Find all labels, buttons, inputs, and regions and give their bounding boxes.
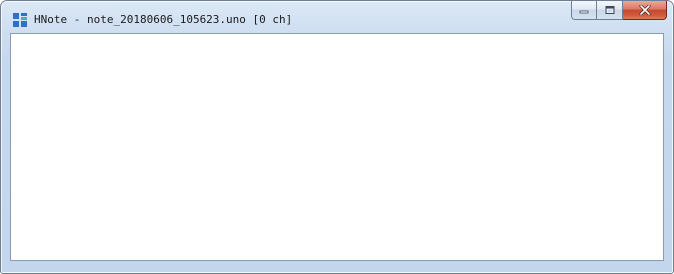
maximize-button[interactable] — [597, 1, 623, 20]
minimize-button[interactable] — [571, 1, 597, 20]
window-title: HNote - note_20180606_105623.uno [0 ch] — [34, 13, 293, 26]
close-button[interactable] — [623, 1, 667, 20]
app-icon[interactable] — [13, 13, 27, 27]
caption-buttons — [571, 1, 667, 21]
title-bar[interactable]: HNote - note_20180606_105623.uno [0 ch] — [1, 1, 673, 33]
editor-container — [10, 33, 664, 261]
note-text-area[interactable] — [11, 34, 663, 260]
app-window: HNote - note_20180606_105623.uno [0 ch] — [0, 0, 674, 274]
